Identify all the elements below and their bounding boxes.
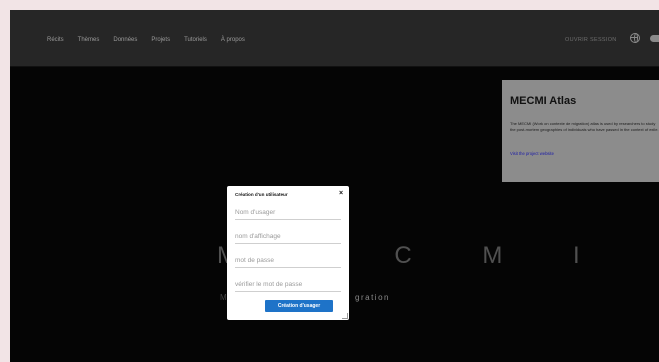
app-screen: Récits Thèmes Données Projets Tutoriels … — [10, 10, 659, 362]
nav-link-tutoriels[interactable]: Tutoriels — [184, 37, 207, 43]
nav-link-themes[interactable]: Thèmes — [78, 37, 100, 43]
project-website-link[interactable]: Visit the project website — [510, 151, 554, 156]
password-confirm-input[interactable] — [235, 278, 341, 292]
open-session-link[interactable]: OUVRIR SESSION — [565, 37, 617, 43]
username-input[interactable] — [235, 206, 341, 220]
background-subtitle-prefix: M — [220, 293, 227, 302]
create-user-button[interactable]: Création d'usager — [265, 300, 333, 312]
theme-toggle-icon[interactable] — [650, 35, 659, 42]
info-panel-title: MECMI Atlas — [510, 95, 577, 107]
globe-icon[interactable] — [630, 33, 640, 43]
resize-handle-icon[interactable] — [342, 313, 348, 319]
info-panel: MECMI Atlas The MECMI (Work on contexte … — [502, 80, 659, 182]
modal-title: Création d'un utilisateur — [235, 192, 288, 197]
nav-divider — [10, 66, 659, 67]
nav-link-recits[interactable]: Récits — [47, 37, 64, 43]
nav-link-donnees[interactable]: Données — [113, 37, 137, 43]
nav-link-a-propos[interactable]: À propos — [221, 37, 245, 43]
info-panel-description: The MECMI (Work on contexte de migration… — [510, 121, 659, 132]
password-input[interactable] — [235, 254, 341, 268]
nav-links: Récits Thèmes Données Projets Tutoriels … — [47, 37, 259, 43]
background-subtitle: gration — [355, 293, 390, 302]
top-navbar: Récits Thèmes Données Projets Tutoriels … — [10, 10, 659, 66]
close-icon[interactable]: × — [339, 190, 343, 197]
nav-link-projets[interactable]: Projets — [151, 37, 170, 43]
create-user-modal: Création d'un utilisateur × Création d'u… — [227, 186, 349, 320]
display-name-input[interactable] — [235, 230, 341, 244]
